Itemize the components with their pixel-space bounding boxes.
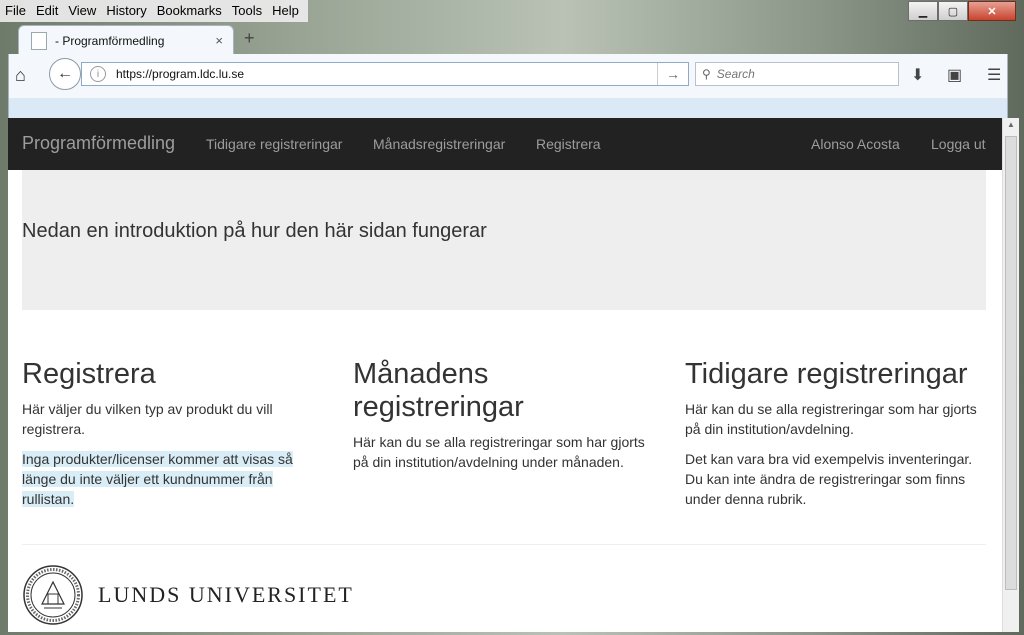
minimize-icon: ▁ xyxy=(918,5,928,18)
site-brand[interactable]: Programförmedling xyxy=(22,133,175,154)
info-icon[interactable]: i xyxy=(90,66,106,82)
new-tab-button[interactable]: + xyxy=(244,28,255,49)
tab-programformedling[interactable]: - Programförmedling × xyxy=(18,25,234,55)
download-icon[interactable]: ⬇ xyxy=(911,65,924,85)
scroll-up-icon[interactable]: ▲ xyxy=(1003,120,1019,134)
university-name: LUNDS UNIVERSITET xyxy=(98,582,354,607)
site-navbar: Programförmedling Tidigare registreringa… xyxy=(8,118,1002,170)
footer-divider xyxy=(22,544,986,545)
menubar: File Edit View History Bookmarks Tools H… xyxy=(0,0,308,22)
go-arrow-icon[interactable]: → xyxy=(657,63,688,85)
nav-tidigare-registreringar[interactable]: Tidigare registreringar xyxy=(206,136,342,152)
sidebar-icon[interactable]: ▣ xyxy=(947,65,962,85)
intro-text: Nedan en introduktion på hur den här sid… xyxy=(22,220,487,242)
menu-file[interactable]: File xyxy=(0,0,31,22)
column-text: Här kan du se alla registreringar som ha… xyxy=(353,434,645,470)
close-window-button[interactable]: ✕ xyxy=(968,1,1016,21)
bookmarks-toolbar xyxy=(8,98,1008,118)
column-title: Tidigare registreringar xyxy=(685,358,968,390)
url-input[interactable]: https://program.ldc.lu.se xyxy=(116,67,657,81)
column-note: Det kan vara bra vid exempelvis inventer… xyxy=(685,451,973,507)
page-favicon-icon xyxy=(31,31,47,50)
column-title: Registrera xyxy=(22,358,156,390)
search-icon: ⚲ xyxy=(702,67,711,81)
column-manadens-registreringar: Månadens registreringar Här kan du se al… xyxy=(353,358,653,482)
window-controls: ▁ ▢ ✕ xyxy=(908,1,1016,21)
back-arrow-icon: ← xyxy=(57,65,73,82)
tab-close-icon[interactable]: × xyxy=(215,33,223,48)
menu-bookmarks[interactable]: Bookmarks xyxy=(152,0,227,22)
nav-logout[interactable]: Logga ut xyxy=(931,136,986,152)
column-text: Här väljer du vilken typ av produkt du v… xyxy=(22,401,273,437)
menu-tools[interactable]: Tools xyxy=(227,0,267,22)
nav-registrera[interactable]: Registrera xyxy=(536,136,601,152)
column-title: Månadens registreringar xyxy=(353,358,524,423)
scroll-thumb[interactable] xyxy=(1005,136,1017,590)
column-registrera: Registrera Här väljer du vilken typ av p… xyxy=(22,358,322,519)
menu-view[interactable]: View xyxy=(63,0,101,22)
column-tidigare-registreringar: Tidigare registreringar Här kan du se al… xyxy=(685,358,985,519)
maximize-icon: ▢ xyxy=(947,5,959,18)
minimize-button[interactable]: ▁ xyxy=(908,1,938,21)
search-input[interactable] xyxy=(714,66,889,82)
column-note: Inga produkter/licenser kommer att visas… xyxy=(22,449,322,509)
back-button[interactable]: ← xyxy=(49,58,81,90)
jumbotron: Nedan en introduktion på hur den här sid… xyxy=(22,170,986,310)
maximize-button[interactable]: ▢ xyxy=(938,1,968,21)
url-bar[interactable]: i https://program.ldc.lu.se → xyxy=(81,62,689,86)
tab-title: - Programförmedling xyxy=(55,33,165,48)
close-icon: ✕ xyxy=(987,5,997,18)
home-icon[interactable]: ⌂ xyxy=(15,65,26,86)
search-bar[interactable]: ⚲ xyxy=(695,62,899,86)
page-scrollbar[interactable]: ▲ xyxy=(1002,118,1019,632)
nav-manadsregistreringar[interactable]: Månadsregistreringar xyxy=(373,136,505,152)
menu-history[interactable]: History xyxy=(101,0,151,22)
menu-help[interactable]: Help xyxy=(267,0,304,22)
highlighted-text: Inga produkter/licenser kommer att visas… xyxy=(22,451,293,507)
footer-logo: LUNDS UNIVERSITET xyxy=(22,564,354,626)
menu-edit[interactable]: Edit xyxy=(31,0,63,22)
hamburger-menu-icon[interactable]: ☰ xyxy=(987,65,1001,85)
navigation-toolbar: ⌂ ← i https://program.ldc.lu.se → ⚲ ⬇ ▣ … xyxy=(8,54,1008,98)
page-viewport: Programförmedling Tidigare registreringa… xyxy=(8,118,1002,632)
column-text: Här kan du se alla registreringar som ha… xyxy=(685,401,977,437)
nav-user[interactable]: Alonso Acosta xyxy=(811,136,900,152)
browser-window: File Edit View History Bookmarks Tools H… xyxy=(0,0,1024,635)
tab-strip: - Programförmedling × + xyxy=(0,22,1024,55)
university-seal-icon xyxy=(23,565,83,625)
